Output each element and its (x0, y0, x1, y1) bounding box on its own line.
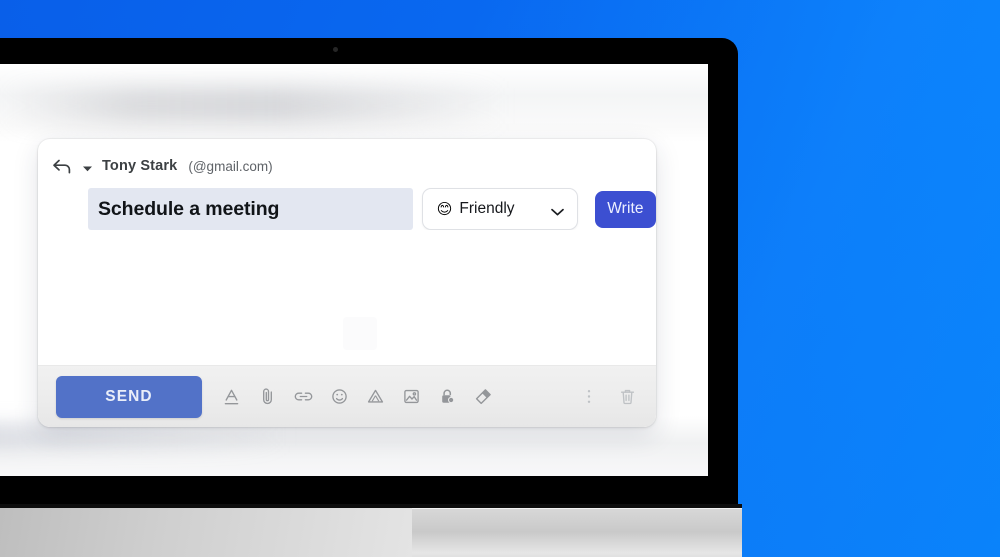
reply-arrow-icon[interactable] (51, 156, 73, 176)
laptop-bezel: Tony Stark (@gmail.com) 😊 Friendly (0, 38, 738, 508)
smiling-face-emoji: 😊 (436, 200, 453, 218)
insert-link-icon[interactable] (294, 387, 313, 406)
compose-card: Tony Stark (@gmail.com) 😊 Friendly (38, 139, 656, 427)
send-button[interactable]: SEND (56, 375, 202, 418)
blurred-app-header (0, 64, 708, 142)
tone-selector-value: 😊 Friendly (437, 200, 515, 218)
confidential-mode-icon[interactable] (438, 387, 457, 406)
format-text-icon[interactable] (222, 387, 241, 406)
sender-email: (@gmail.com) (188, 158, 273, 174)
laptop-screen: Tony Stark (@gmail.com) 😊 Friendly (0, 64, 708, 476)
write-button[interactable]: Write (594, 190, 656, 228)
chevron-down-icon (550, 204, 565, 216)
discard-draft-icon[interactable] (618, 387, 636, 406)
webcam-dot (333, 47, 338, 52)
caret-down-icon[interactable] (82, 161, 93, 172)
more-options-icon[interactable] (586, 387, 604, 406)
compose-subject-row: 😊 Friendly Write (38, 176, 656, 230)
compose-header: Tony Stark (@gmail.com) (38, 139, 656, 176)
tone-label: Friendly (459, 200, 515, 217)
attach-file-icon[interactable] (258, 387, 277, 406)
insert-signature-icon[interactable] (474, 387, 493, 406)
subject-input[interactable] (88, 188, 413, 230)
tone-selector[interactable]: 😊 Friendly (421, 188, 578, 230)
laptop-device: Tony Stark (@gmail.com) 😊 Friendly (0, 38, 742, 557)
compose-toolbar: SEND (38, 365, 656, 427)
insert-photo-icon[interactable] (402, 387, 421, 406)
sender-name: Tony Stark (102, 158, 178, 174)
compose-tool-icons (222, 387, 493, 406)
loading-placeholder (343, 317, 377, 350)
insert-emoji-icon[interactable] (330, 387, 349, 406)
laptop-base (0, 508, 742, 557)
email-app-page: Tony Stark (@gmail.com) 😊 Friendly (0, 64, 708, 476)
compose-body[interactable] (38, 230, 656, 365)
google-drive-icon[interactable] (366, 387, 385, 406)
compose-right-icons (586, 387, 636, 406)
